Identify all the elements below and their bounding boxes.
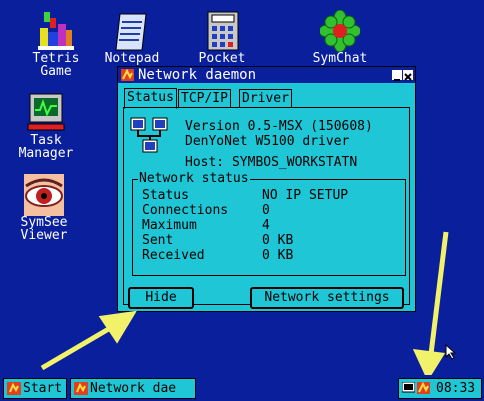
desktop-icon-label: Manager xyxy=(18,146,74,161)
stat-value-maximum: 4 xyxy=(262,218,270,233)
stat-label-received: Received xyxy=(142,248,205,263)
status-tab-panel: Version 0.5-MSX (150608) DenYoNet W5100 … xyxy=(123,107,410,309)
desktop-icon-tetris[interactable]: Tetris Game xyxy=(20,10,92,78)
annotation-arrow-right xyxy=(412,231,449,382)
start-logo-icon xyxy=(7,382,21,395)
close-icon xyxy=(404,73,412,81)
stat-value-sent: 0 KB xyxy=(262,233,294,248)
stat-value-status: NO IP SETUP xyxy=(262,188,349,203)
network-daemon-app-icon xyxy=(121,68,134,81)
window-titlebar[interactable]: Network daemon xyxy=(118,67,415,83)
desktop-icon-label: SymChat xyxy=(312,51,368,66)
start-button[interactable]: Start xyxy=(3,378,67,399)
version-text: Version 0.5-MSX (150608) xyxy=(185,119,373,134)
desktop-icon-task-manager[interactable]: Task Manager xyxy=(10,92,82,160)
network-settings-button[interactable]: Network settings xyxy=(250,287,404,309)
tab-status[interactable]: Status xyxy=(124,88,177,109)
desktop-icon-label: Pocket xyxy=(198,51,246,66)
eye-icon xyxy=(24,174,64,216)
minimize-icon xyxy=(394,79,400,81)
start-label: Start xyxy=(23,381,63,396)
desktop-icon-symsee[interactable]: SymSee Viewer xyxy=(8,174,80,242)
stat-label-connections: Connections xyxy=(142,203,229,218)
taskbar-task-network-daemon[interactable]: Network dae xyxy=(70,378,196,399)
network-status-group: Network status Status NO IP SETUP Connec… xyxy=(132,171,406,276)
calculator-icon xyxy=(202,10,242,52)
tray-network-daemon-icon[interactable] xyxy=(417,382,430,394)
network-computers-icon xyxy=(129,116,171,162)
desktop-icon-label: Notepad xyxy=(104,51,160,66)
network-daemon-task-icon xyxy=(74,382,88,395)
stat-value-received: 0 KB xyxy=(262,248,294,263)
driver-text: DenYoNet W5100 driver xyxy=(185,134,350,149)
window-title: Network daemon xyxy=(138,67,257,83)
annotation-arrow-left xyxy=(40,310,137,371)
system-tray: 08:33 xyxy=(398,378,482,399)
desktop-icon-symchat[interactable]: SymChat xyxy=(304,9,376,66)
minimize-button[interactable] xyxy=(392,70,402,81)
host-text: Host: SYMBOS_WORKSTATN xyxy=(185,155,358,170)
network-daemon-window: Network daemon Status TCP/IP Driver Vers… xyxy=(117,66,416,312)
group-title: Network status xyxy=(138,171,250,186)
task-manager-monitor-icon xyxy=(26,92,66,134)
stat-label-maximum: Maximum xyxy=(142,218,197,233)
hide-button[interactable]: Hide xyxy=(128,287,194,309)
desktop-icon-notepad[interactable]: Notepad xyxy=(96,10,168,65)
tab-driver[interactable]: Driver xyxy=(239,89,292,108)
notepad-icon xyxy=(112,10,152,52)
task-label: Network dae xyxy=(90,381,177,396)
symchat-flower-icon xyxy=(318,9,362,53)
desktop-icon-pocket[interactable]: Pocket xyxy=(186,10,258,65)
tray-computer-icon[interactable] xyxy=(402,382,415,394)
stat-value-connections: 0 xyxy=(262,203,270,218)
close-button[interactable] xyxy=(403,70,413,81)
tetris-icon xyxy=(36,10,76,52)
desktop-icon-label: Viewer xyxy=(20,228,68,243)
desktop-icon-label: Game xyxy=(40,64,72,79)
tab-tcpip[interactable]: TCP/IP xyxy=(178,89,231,108)
clock: 08:33 xyxy=(436,381,476,396)
stat-label-status: Status xyxy=(142,188,189,203)
mouse-pointer-icon xyxy=(445,344,457,360)
taskbar: Start Network dae 08:33 xyxy=(0,375,484,401)
stat-label-sent: Sent xyxy=(142,233,174,248)
